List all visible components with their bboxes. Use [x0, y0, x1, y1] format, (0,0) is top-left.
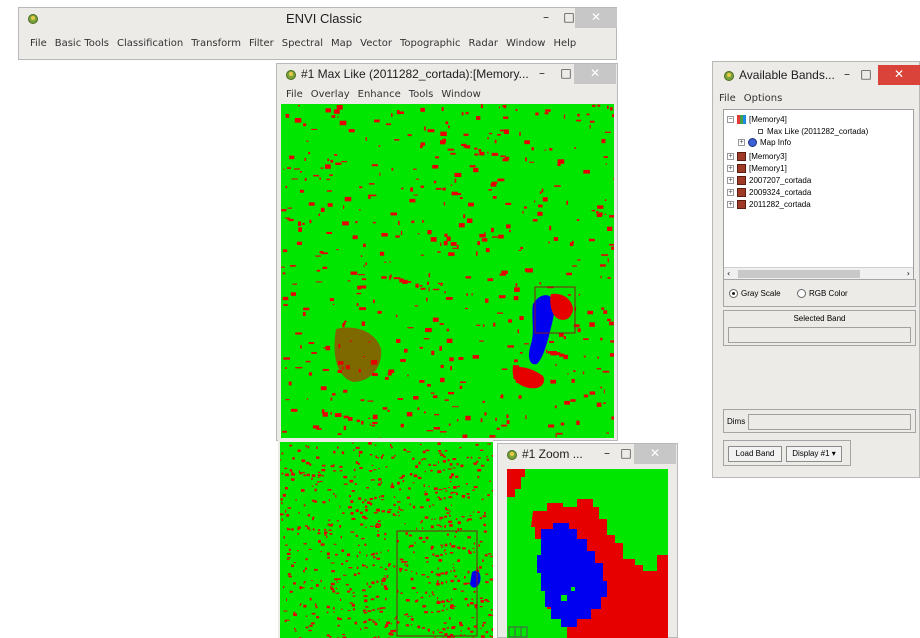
display-select-button[interactable]: Display #1 ▾: [786, 446, 842, 462]
tree-node-label: Max Like (2011282_cortada): [767, 127, 869, 136]
dropdown-arrow-icon: ▾: [831, 449, 836, 458]
menu-item-radar[interactable]: Radar: [469, 38, 498, 49]
menu-item-map[interactable]: Map: [331, 38, 352, 49]
zoom-image-svg: [507, 469, 668, 638]
menu-item-options[interactable]: Options: [744, 93, 783, 104]
button-panel: Load Band Display #1 ▾: [723, 440, 851, 466]
file-stack-icon: [737, 200, 746, 209]
tree-node-label: 2009324_cortada: [749, 188, 812, 197]
menu-item-spectral[interactable]: Spectral: [282, 38, 323, 49]
zoom-image[interactable]: [507, 469, 668, 638]
gray-scale-label: Gray Scale: [741, 289, 781, 298]
menu-item-window[interactable]: Window: [506, 38, 545, 49]
file-stack-icon: [737, 188, 746, 197]
menu-bar: File Options: [719, 93, 919, 109]
color-mode-panel: Gray Scale RGB Color: [723, 279, 916, 307]
menu-bar: File Basic Tools Classification Transform Fi…: [30, 38, 616, 54]
close-button[interactable]: ✕: [634, 444, 676, 464]
tree-node-label: [Memory1]: [749, 164, 787, 173]
menu-item-help[interactable]: Help: [553, 38, 576, 49]
envi-logo-icon: [723, 70, 735, 82]
expand-icon[interactable]: +: [727, 165, 734, 172]
menu-item-tools[interactable]: Tools: [409, 89, 434, 100]
expand-icon[interactable]: +: [727, 189, 734, 196]
rgb-color-radio[interactable]: [797, 289, 806, 298]
menu-item-classification[interactable]: Classification: [117, 38, 183, 49]
rgb-color-label: RGB Color: [809, 289, 848, 298]
expand-icon[interactable]: +: [727, 153, 734, 160]
image-display-window: #1 Max Like (2011282_cortada):[Memory...…: [276, 63, 618, 441]
menu-item-file[interactable]: File: [719, 93, 736, 104]
band-tree[interactable]: − [Memory4] Max Like (2011282_cortada) +…: [723, 109, 914, 281]
tree-node-label: 2011282_cortada: [749, 200, 811, 209]
tree-node-label: 2007207_cortada: [749, 176, 812, 185]
menu-item-filter[interactable]: Filter: [249, 38, 274, 49]
titlebar[interactable]: #1 Max Like (2011282_cortada):[Memory...…: [277, 64, 617, 88]
dims-label: Dims: [727, 417, 746, 426]
menu-item-vector[interactable]: Vector: [360, 38, 392, 49]
expand-icon[interactable]: +: [727, 177, 734, 184]
maximize-button[interactable]: □: [557, 64, 575, 84]
zoom-window: #1 Zoom ... – □ ✕: [497, 443, 678, 638]
minimize-button[interactable]: –: [537, 8, 555, 28]
window-title: ENVI Classic: [286, 11, 362, 26]
envi-logo-icon: [27, 13, 39, 25]
close-button[interactable]: ✕: [878, 65, 920, 85]
envi-classic-window: ENVI Classic – □ ✕ File Basic Tools Classi…: [18, 7, 617, 60]
band-icon: [758, 129, 763, 134]
menu-item-enhance[interactable]: Enhance: [358, 89, 401, 100]
collapse-icon[interactable]: −: [727, 116, 734, 123]
titlebar[interactable]: ENVI Classic – □ ✕: [19, 8, 617, 32]
file-stack-icon: [737, 164, 746, 173]
selected-band-panel: Selected Band: [723, 310, 916, 346]
expand-icon[interactable]: +: [727, 201, 734, 208]
scrollbar-thumb[interactable]: [738, 270, 860, 278]
menu-item-file[interactable]: File: [286, 89, 303, 100]
file-stack-icon: [737, 152, 746, 161]
menu-item-transform[interactable]: Transform: [191, 38, 241, 49]
classification-image[interactable]: [281, 104, 614, 438]
menu-item-topographic[interactable]: Topographic: [400, 38, 461, 49]
envi-logo-icon: [285, 69, 297, 81]
window-title: #1 Zoom ...: [522, 447, 583, 461]
raster-color-icon: [737, 115, 746, 124]
file-stack-icon: [737, 176, 746, 185]
tree-node-label: [Memory4]: [749, 115, 787, 124]
minimize-button[interactable]: –: [840, 65, 854, 85]
selected-band-field: [728, 327, 911, 343]
menu-item-basic-tools[interactable]: Basic Tools: [55, 38, 109, 49]
dims-panel: Dims: [723, 409, 916, 433]
titlebar[interactable]: Available Bands... – □ ✕: [713, 62, 920, 86]
scroll-image-svg: [280, 442, 493, 638]
minimize-button[interactable]: –: [533, 64, 551, 84]
load-band-button[interactable]: Load Band: [728, 446, 782, 462]
menu-item-file[interactable]: File: [30, 38, 47, 49]
tree-node-label: Map Info: [760, 138, 792, 147]
window-title: Available Bands...: [739, 68, 835, 82]
close-button[interactable]: ✕: [575, 8, 617, 28]
minimize-button[interactable]: –: [600, 444, 614, 464]
maximize-button[interactable]: □: [859, 65, 873, 85]
close-button[interactable]: ✕: [574, 64, 616, 84]
menu-item-window[interactable]: Window: [441, 89, 480, 100]
envi-logo-icon: [506, 449, 518, 461]
available-bands-window: Available Bands... – □ ✕ File Options − […: [712, 61, 920, 478]
selected-band-label: Selected Band: [793, 314, 846, 323]
scroll-window: [278, 440, 493, 638]
expand-icon[interactable]: +: [738, 139, 745, 146]
maximize-button[interactable]: □: [619, 444, 633, 464]
titlebar[interactable]: #1 Zoom ... – □ ✕: [498, 444, 677, 468]
window-title: #1 Max Like (2011282_cortada):[Memory...: [301, 67, 529, 81]
menu-item-overlay[interactable]: Overlay: [311, 89, 350, 100]
tree-node-label: [Memory3]: [749, 152, 787, 161]
scroll-image[interactable]: [280, 442, 493, 638]
display-select-label: Display #1: [792, 449, 830, 458]
menu-bar: File Overlay Enhance Tools Window: [286, 89, 617, 105]
globe-icon: [748, 138, 757, 147]
gray-scale-radio[interactable]: [729, 289, 738, 298]
dims-field: [748, 414, 911, 430]
classification-image-svg: [281, 104, 614, 438]
